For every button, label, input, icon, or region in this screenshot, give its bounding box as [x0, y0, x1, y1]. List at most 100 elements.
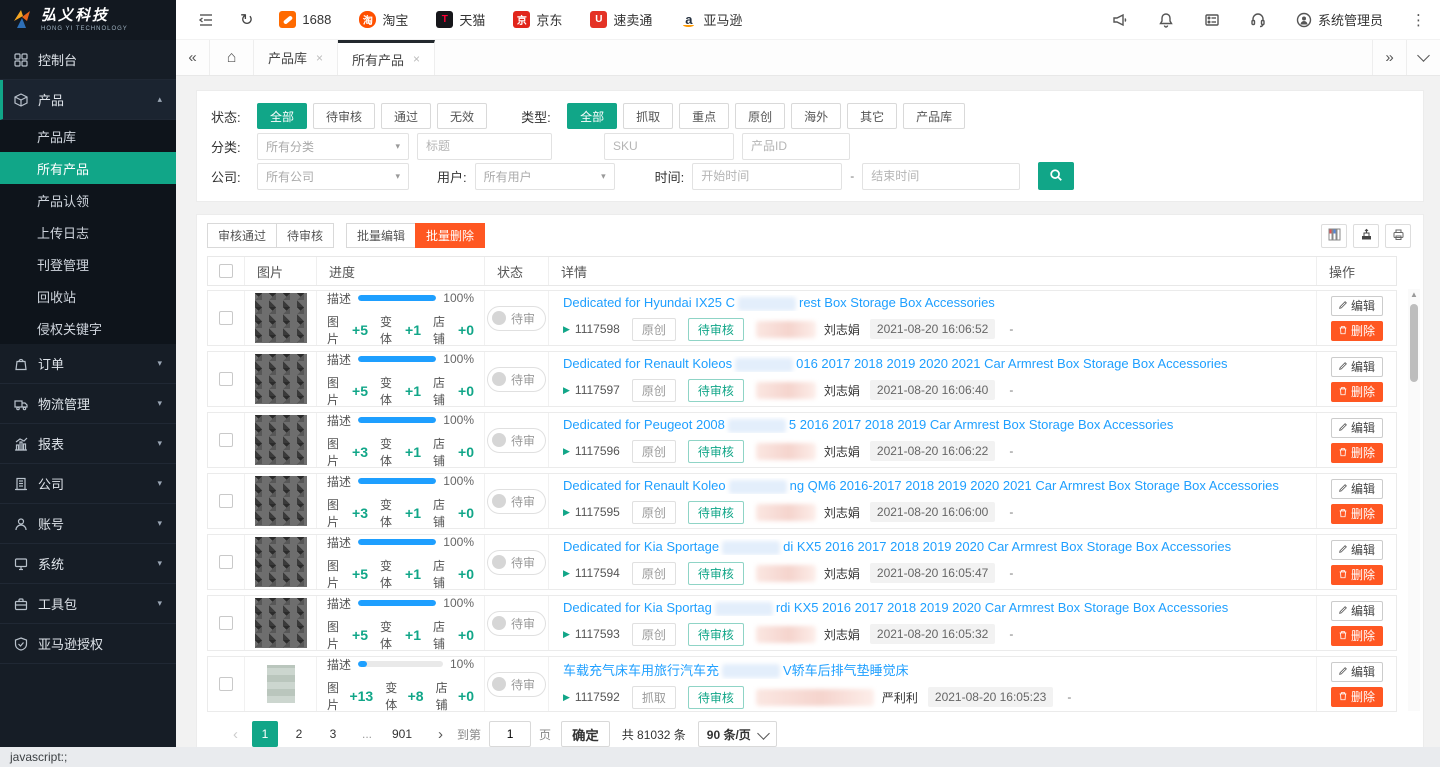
- marketplace-1688[interactable]: 1688: [279, 11, 331, 28]
- user-menu[interactable]: 系统管理员: [1296, 10, 1383, 29]
- status-chip-approved[interactable]: 通过: [381, 103, 431, 129]
- tab-all-products[interactable]: 所有产品 ×: [338, 40, 435, 75]
- per-page-select[interactable]: 90 条/页: [698, 721, 777, 747]
- company-select[interactable]: 所有公司 ▾: [257, 163, 409, 190]
- row-checkbox[interactable]: [219, 616, 233, 630]
- row-checkbox[interactable]: [219, 433, 233, 447]
- product-title-link[interactable]: Dedicated for Kia Sportagrdi KX5 2016 20…: [563, 600, 1228, 616]
- marketplace-tmall[interactable]: T 天猫: [436, 10, 485, 29]
- edit-button[interactable]: 编辑: [1331, 662, 1383, 682]
- marketplace-taobao[interactable]: 淘 淘宝: [359, 10, 408, 29]
- prev-page-icon[interactable]: ‹: [233, 726, 238, 743]
- page-button-last[interactable]: 901: [388, 721, 416, 747]
- scrollbar-thumb[interactable]: [1410, 304, 1418, 382]
- product-title-link[interactable]: 车载充气床车用旅行汽车充V轿车后排气垫睡觉床: [563, 660, 909, 679]
- type-chip-scraped[interactable]: 抓取: [623, 103, 673, 129]
- product-title-link[interactable]: Dedicated for Renault Koleos016 2017 201…: [563, 356, 1228, 372]
- edit-button[interactable]: 编辑: [1331, 418, 1383, 438]
- approve-button[interactable]: 审核通过: [207, 223, 277, 248]
- apps-icon[interactable]: [1204, 12, 1220, 28]
- tabs-scroll-left-icon[interactable]: «: [176, 40, 210, 75]
- type-chip-overseas[interactable]: 海外: [791, 103, 841, 129]
- play-icon[interactable]: ▶: [563, 568, 570, 579]
- status-chip-all[interactable]: 全部: [257, 103, 307, 129]
- page-button-3[interactable]: 3: [320, 721, 346, 747]
- sidebar-item-infringement-keywords[interactable]: 侵权关键字: [0, 312, 176, 344]
- announcement-icon[interactable]: [1112, 12, 1128, 28]
- sidebar-item-upload-log[interactable]: 上传日志: [0, 216, 176, 248]
- refresh-icon[interactable]: ↻: [240, 10, 253, 30]
- play-icon[interactable]: ▶: [563, 446, 570, 457]
- edit-button[interactable]: 编辑: [1331, 357, 1383, 377]
- next-page-icon[interactable]: ›: [438, 726, 443, 743]
- sidebar-item-toolkit[interactable]: 工具包 ▾: [0, 584, 176, 624]
- delete-button[interactable]: 删除: [1331, 443, 1383, 463]
- play-icon[interactable]: ▶: [563, 507, 570, 518]
- start-time-input[interactable]: [692, 163, 842, 190]
- sidebar-item-product-claim[interactable]: 产品认领: [0, 184, 176, 216]
- marketplace-jd[interactable]: 京 京东: [513, 10, 562, 29]
- batch-edit-button[interactable]: 批量编辑: [346, 223, 416, 248]
- goto-page-input[interactable]: [489, 721, 531, 747]
- play-icon[interactable]: ▶: [563, 385, 570, 396]
- page-button-1[interactable]: 1: [252, 721, 278, 747]
- sidebar-item-recycle-bin[interactable]: 回收站: [0, 280, 176, 312]
- select-all-checkbox[interactable]: [219, 264, 233, 278]
- sidebar-item-logistics[interactable]: 物流管理 ▾: [0, 384, 176, 424]
- product-image[interactable]: [255, 354, 307, 404]
- sidebar-item-orders[interactable]: 订单 ▾: [0, 344, 176, 384]
- delete-button[interactable]: 删除: [1331, 382, 1383, 402]
- title-input[interactable]: [417, 133, 552, 160]
- delete-button[interactable]: 删除: [1331, 321, 1383, 341]
- print-button[interactable]: [1385, 224, 1411, 248]
- edit-button[interactable]: 编辑: [1331, 296, 1383, 316]
- type-chip-key[interactable]: 重点: [679, 103, 729, 129]
- type-chip-library[interactable]: 产品库: [903, 103, 965, 129]
- edit-button[interactable]: 编辑: [1331, 479, 1383, 499]
- bell-icon[interactable]: [1158, 12, 1174, 28]
- status-chip-pending[interactable]: 待审核: [313, 103, 375, 129]
- type-chip-original[interactable]: 原创: [735, 103, 785, 129]
- type-chip-other[interactable]: 其它: [847, 103, 897, 129]
- sku-input[interactable]: [604, 133, 734, 160]
- home-icon[interactable]: ⌂: [210, 40, 254, 75]
- play-icon[interactable]: ▶: [563, 629, 570, 640]
- row-checkbox[interactable]: [219, 677, 233, 691]
- sidebar-item-reports[interactable]: 报表 ▾: [0, 424, 176, 464]
- table-scrollbar[interactable]: ▲: [1408, 289, 1420, 711]
- sidebar-item-company[interactable]: 公司 ▾: [0, 464, 176, 504]
- tab-options-icon[interactable]: [1406, 40, 1440, 75]
- type-chip-all[interactable]: 全部: [567, 103, 617, 129]
- close-icon[interactable]: ×: [316, 51, 323, 65]
- sidebar-item-product[interactable]: 产品 ▴: [0, 80, 176, 120]
- product-title-link[interactable]: Dedicated for Kia Sportagedi KX5 2016 20…: [563, 539, 1231, 555]
- goto-confirm-button[interactable]: 确定: [561, 721, 610, 747]
- category-select[interactable]: 所有分类 ▾: [257, 133, 409, 160]
- product-image[interactable]: [255, 293, 307, 343]
- column-filter-button[interactable]: [1321, 224, 1347, 248]
- edit-button[interactable]: 编辑: [1331, 540, 1383, 560]
- product-image[interactable]: [267, 665, 295, 703]
- product-image[interactable]: [255, 598, 307, 648]
- row-checkbox[interactable]: [219, 555, 233, 569]
- row-checkbox[interactable]: [219, 494, 233, 508]
- customer-service-icon[interactable]: [1250, 12, 1266, 28]
- product-title-link[interactable]: Dedicated for Peugeot 20085 2016 2017 20…: [563, 417, 1173, 433]
- play-icon[interactable]: ▶: [563, 324, 570, 335]
- sidebar-item-dashboard[interactable]: 控制台: [0, 40, 176, 80]
- edit-button[interactable]: 编辑: [1331, 601, 1383, 621]
- delete-button[interactable]: 删除: [1331, 504, 1383, 524]
- scroll-up-icon[interactable]: ▲: [1410, 289, 1418, 301]
- sidebar-item-amazon-auth[interactable]: 亚马逊授权: [0, 624, 176, 664]
- page-button-2[interactable]: 2: [286, 721, 312, 747]
- set-pending-button[interactable]: 待审核: [276, 223, 334, 248]
- search-button[interactable]: [1038, 162, 1074, 190]
- product-image[interactable]: [255, 537, 307, 587]
- sidebar-item-listing-management[interactable]: 刊登管理: [0, 248, 176, 280]
- row-checkbox[interactable]: [219, 372, 233, 386]
- sidebar-item-all-products[interactable]: 所有产品: [0, 152, 176, 184]
- play-icon[interactable]: ▶: [563, 692, 570, 703]
- sidebar-item-system[interactable]: 系统 ▾: [0, 544, 176, 584]
- row-checkbox[interactable]: [219, 311, 233, 325]
- product-id-input[interactable]: [742, 133, 850, 160]
